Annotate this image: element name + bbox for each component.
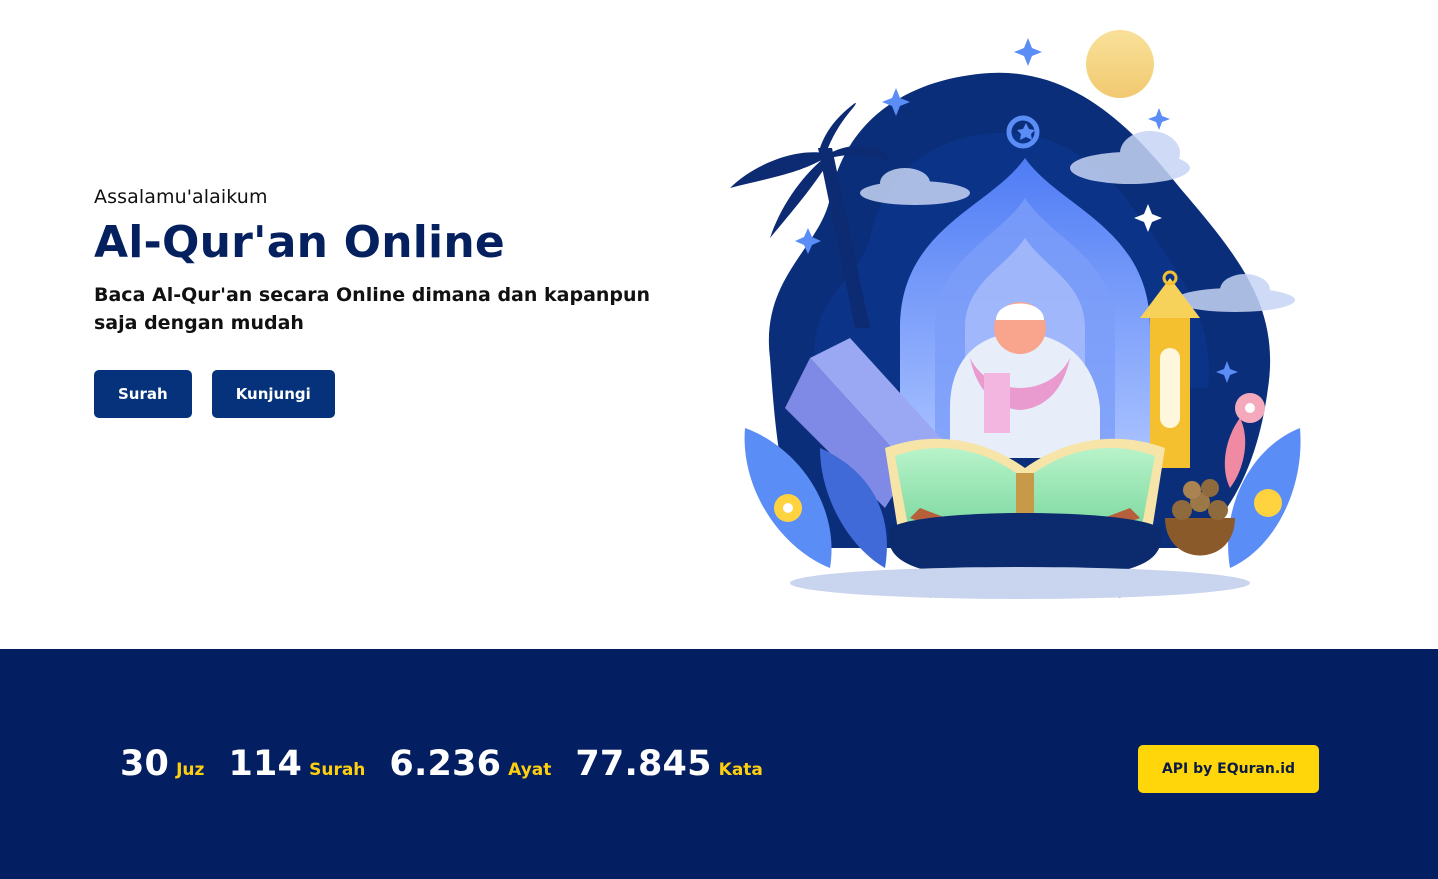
stats-list: 30 Juz 114 Surah 6.236 Ayat 77.845 Kata <box>120 744 763 784</box>
kunjungi-button[interactable]: Kunjungi <box>211 369 335 418</box>
hero-text: Assalamu'alaikum Al-Qur'an Online Baca A… <box>94 186 714 418</box>
stat-unit: Surah <box>309 760 366 780</box>
stat-juz: 30 Juz <box>120 744 204 784</box>
stats-band: 30 Juz 114 Surah 6.236 Ayat 77.845 Kata … <box>0 649 1438 879</box>
hero-actions: Surah Kunjungi <box>94 369 714 418</box>
stat-kata: 77.845 Kata <box>575 744 763 784</box>
quran-reading-illustration <box>730 30 1301 599</box>
stat-value: 114 <box>228 744 303 784</box>
stat-value: 30 <box>120 744 170 784</box>
surah-button[interactable]: Surah <box>94 369 192 418</box>
stat-unit: Kata <box>718 760 763 780</box>
hero-greeting: Assalamu'alaikum <box>94 186 268 208</box>
stat-surah: 114 Surah <box>228 744 365 784</box>
stat-unit: Juz <box>176 760 205 780</box>
ground-shadow <box>790 567 1250 599</box>
stat-value: 77.845 <box>575 744 712 784</box>
hero-section: Assalamu'alaikum Al-Qur'an Online Baca A… <box>0 0 1438 649</box>
sun-icon <box>1086 30 1154 98</box>
stat-value: 6.236 <box>389 744 502 784</box>
api-equran-button[interactable]: API by EQuran.id <box>1138 745 1319 793</box>
hero-subtitle: Baca Al-Qur'an secara Online dimana dan … <box>94 283 651 334</box>
stat-unit: Ayat <box>508 760 552 780</box>
stat-ayat: 6.236 Ayat <box>389 744 551 784</box>
hero-title: Al-Qur'an Online <box>94 217 505 268</box>
